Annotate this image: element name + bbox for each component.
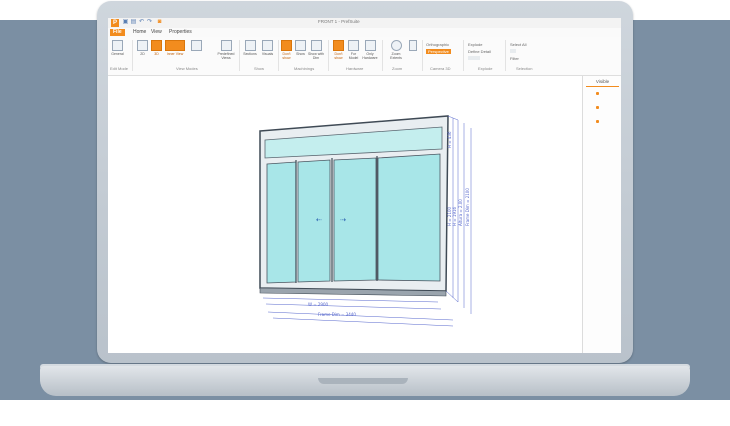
define-detail-button[interactable]: Define Detail	[468, 49, 491, 54]
undo-icon[interactable]: ↶	[138, 19, 145, 26]
panel-1	[266, 161, 297, 284]
dim-bottom-2: Frame Dim = 3440	[318, 312, 356, 317]
for-model-button[interactable]: For Model	[347, 40, 360, 60]
visuals-button[interactable]: Visuals	[260, 40, 275, 56]
redo-icon[interactable]: ↷	[146, 19, 153, 26]
visible-panel: Visible	[582, 76, 621, 353]
visible-panel-title: Visible	[586, 79, 619, 87]
filter-button[interactable]: Filter	[510, 56, 519, 61]
group-zoom: Zoom	[392, 66, 403, 71]
group-camera-3d: Camera 3D	[430, 66, 451, 71]
selection-toggle[interactable]	[510, 49, 516, 53]
zoom-icon[interactable]: ◙	[156, 19, 163, 26]
tab-file[interactable]: File	[110, 29, 125, 36]
dim-top-small: H = 436	[447, 131, 452, 148]
only-hardware-button[interactable]: Only Hardware	[362, 40, 378, 60]
predefined-views-button[interactable]: Predefined Views	[216, 40, 236, 60]
save-icon[interactable]: ▣	[122, 19, 129, 26]
menu-tabs: File Home View Properties	[108, 28, 621, 37]
visible-item-1-icon[interactable]	[596, 92, 599, 95]
tab-view[interactable]: View	[148, 29, 165, 36]
show-machinings-button[interactable]: Show	[294, 40, 307, 56]
dim-right-3: Altura = 2.00	[458, 199, 463, 226]
dim-right-2: H = 1916	[452, 206, 457, 226]
bottom-dimension-lines	[262, 297, 454, 327]
group-show: Show	[254, 66, 265, 71]
slide-left-icon: ⇠	[316, 216, 322, 224]
app-window: P ▣ ▤ ↶ ↷ ◙ FRONT 1 - PrefSuite File Hom…	[108, 18, 621, 353]
tab-properties[interactable]: Properties	[166, 29, 195, 36]
dim-bottom-1: W = 2900	[308, 302, 328, 307]
explode-button[interactable]: Explode	[468, 42, 482, 47]
visible-item-2-icon[interactable]	[596, 106, 599, 109]
dim-right-4: Frame Dim = 2100	[465, 188, 470, 226]
visible-item-3-icon[interactable]	[596, 120, 599, 123]
inner-view-button[interactable]: Inner View	[164, 40, 186, 56]
select-all-button[interactable]: Select All	[510, 42, 526, 47]
2d-button[interactable]: 2D	[136, 40, 149, 56]
camera-button[interactable]	[408, 40, 418, 52]
detail-slider[interactable]	[468, 56, 480, 60]
orthographic-button[interactable]: Orthographic	[426, 42, 449, 47]
blank-view-button[interactable]	[190, 40, 203, 52]
group-hardware: Hardware	[346, 66, 364, 71]
general-button[interactable]: General	[111, 40, 124, 56]
window-drawing: ⇠ ⇢ H = 2100 H = 1916 Altura = 2.00 Fram…	[259, 115, 472, 327]
group-view-modes: View Modes	[176, 66, 198, 71]
group-machinings: Machinings	[294, 66, 315, 71]
group-explode: Explode	[478, 66, 493, 71]
show-with-dim-button[interactable]: Show with Dim	[308, 40, 324, 60]
perspective-button[interactable]: Perspective	[426, 49, 451, 54]
panel-4	[377, 153, 441, 282]
sections-button[interactable]: Sections	[242, 40, 258, 56]
ribbon: General 2D 3D Inner View Predefined View…	[108, 37, 621, 76]
app-logo-icon[interactable]: P	[111, 19, 119, 27]
laptop-notch	[318, 378, 408, 384]
window-title: FRONT 1 - PrefSuite	[318, 19, 360, 24]
group-edit-mode: Edit Mode	[110, 66, 129, 71]
3d-button[interactable]: 3D	[150, 40, 163, 56]
dont-show-hardware-button[interactable]: Don't show	[332, 40, 345, 60]
slide-right-icon: ⇢	[340, 216, 346, 224]
3d-viewport[interactable]: ⇠ ⇢ H = 2100 H = 1916 Altura = 2.00 Fram…	[108, 76, 582, 353]
zoom-extents-button[interactable]: Zoom Extents	[388, 40, 404, 60]
tab-home[interactable]: Home	[130, 29, 149, 36]
group-selection: Selection	[516, 66, 533, 71]
print-icon[interactable]: ▤	[130, 19, 137, 26]
dont-show-machinings-button[interactable]: Don't show	[280, 40, 293, 60]
panel-2	[297, 159, 331, 283]
